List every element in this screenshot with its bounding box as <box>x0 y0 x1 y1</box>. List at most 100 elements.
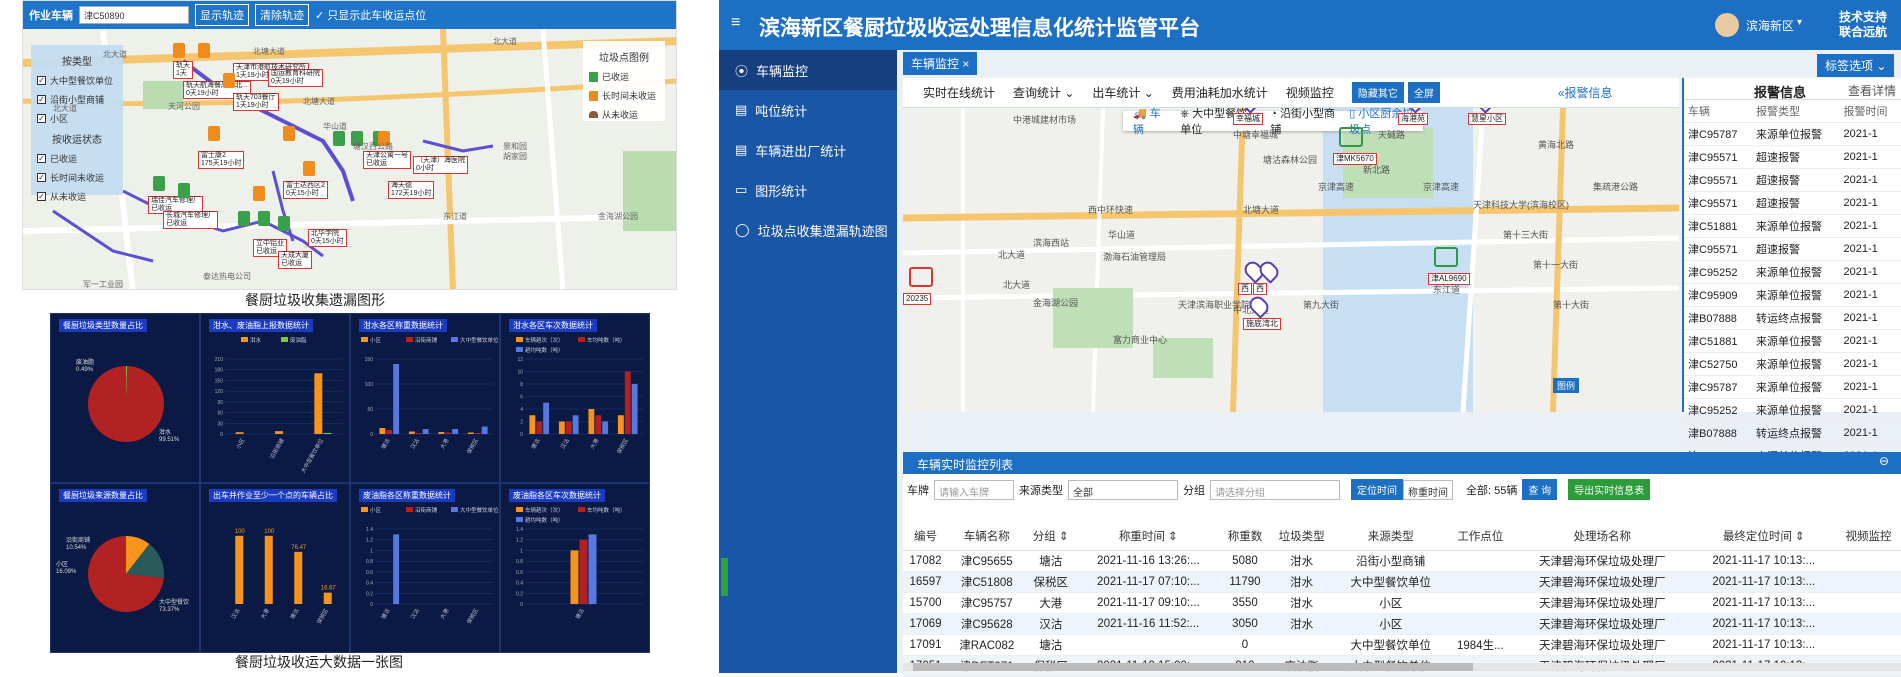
vehicle-column-header[interactable]: 最终定位时间 ⇕ <box>1691 522 1837 551</box>
subnav-query[interactable]: 查询统计 ⌄ <box>1013 84 1074 101</box>
horizontal-scrollbar[interactable] <box>903 663 1901 671</box>
orange-bin-icon[interactable] <box>223 73 235 88</box>
filter-status-item[interactable]: ✓ 长时间未收运 <box>37 171 117 184</box>
map-marker-label: 施底湾北 <box>1243 318 1281 330</box>
alarm-row[interactable]: 津C95909 来源单位报警 2021-1 <box>1684 283 1901 307</box>
orange-bin-icon[interactable] <box>208 126 220 141</box>
orange-bin-icon[interactable] <box>283 126 295 141</box>
alarm-row[interactable]: 津C52750 来源单位报警 2021-1 <box>1684 352 1901 376</box>
alarm-info-link[interactable]: «报警信息 <box>1558 84 1613 101</box>
subnav-trips[interactable]: 出车统计 ⌄ <box>1092 84 1153 101</box>
clear-track-button[interactable]: 清除轨迹 <box>255 4 309 26</box>
table-cell: 津C95757 <box>948 592 1026 614</box>
subnav-fuel[interactable]: 费用油耗加水统计 <box>1172 84 1268 101</box>
source-type-select[interactable]: 全部 <box>1068 479 1178 500</box>
hide-other-button[interactable]: 隐藏其它 <box>1351 82 1404 103</box>
table-row[interactable]: 15700 津C95757 大港 2021-11-17 09:10:... 3550 泔水… <box>903 592 1901 614</box>
green-bin-icon[interactable] <box>238 211 250 226</box>
filter-type-item[interactable]: ✓ 大中型餐饮单位 <box>37 74 117 87</box>
orange-bin-icon[interactable] <box>173 43 185 58</box>
filter-type-item[interactable]: ✓ 小区 <box>37 112 117 125</box>
vehicle-column-header[interactable]: 称重数 <box>1220 522 1270 551</box>
collection-omission-map[interactable]: 作业车辆 津C50890 显示轨迹 清除轨迹 ✓ 只显示此车收运点位 按类型 ✓… <box>22 0 677 290</box>
alarm-row[interactable]: 津C95787 来源单位报警 2021-1 <box>1684 122 1901 146</box>
truck-icon[interactable] <box>1339 127 1363 147</box>
vehicle-column-header[interactable]: 工作点位 <box>1447 522 1514 551</box>
sidebar-item-plant-entry[interactable]: ▤ 车辆进出厂统计 <box>719 130 897 170</box>
green-bin-icon[interactable] <box>258 211 270 226</box>
vehicle-column-header[interactable]: 车辆名称 <box>948 522 1026 551</box>
green-bin-icon[interactable] <box>333 131 345 146</box>
vehicle-map[interactable]: 🚚 车辆 ⎈ 大中型餐饮单位 ◔ 沿街小型商铺 ▯ 小区厨余垃圾点 中港城建材市… <box>903 108 1679 412</box>
vehicle-column-header[interactable]: 处理场名称 <box>1513 522 1692 551</box>
sidebar-item-graph-stats[interactable]: ▭ 图形统计 <box>719 170 897 210</box>
table-row[interactable]: 17091 津RAC082 塘沽 0 大中型餐饮单位 1984生... 天津碧海环保垃圾处理… <box>903 634 1901 656</box>
map-filter-small[interactable]: ◔ 沿街小型商铺 <box>1270 108 1335 137</box>
subnav-video[interactable]: 视频监控 <box>1286 84 1334 101</box>
map-legend-button[interactable]: 图例 <box>1553 378 1580 393</box>
vehicle-column-header[interactable]: 视频监控 <box>1836 522 1901 551</box>
y-tick-label: 100 <box>365 382 374 388</box>
alarm-row[interactable]: 津B07888 转运终点报警 2021-1 <box>1684 421 1901 445</box>
sidebar-item-omission-track[interactable]: ◯ 垃圾点收集遗漏轨迹图 <box>719 210 897 250</box>
vehicle-column-header[interactable]: 来源类型 <box>1334 522 1448 551</box>
locate-time-button[interactable]: 定位时间 <box>1351 479 1403 500</box>
table-row[interactable]: 17069 津C95628 汉沽 2021-11-16 11:52:... 3050 泔水… <box>903 613 1901 635</box>
filter-status-item[interactable]: ✓ 从未收运 <box>37 190 117 203</box>
truck-icon[interactable] <box>909 267 933 287</box>
tab-vehicle-monitor[interactable]: 车辆监控 × <box>903 52 978 75</box>
alarm-row[interactable]: 津C51881来源单位报警2021-1 <box>1684 214 1901 238</box>
orange-bin-icon[interactable] <box>253 186 265 201</box>
vehicle-column-header[interactable]: 称重时间 ⇕ <box>1075 522 1221 551</box>
y-tick-label: 1.4 <box>516 527 523 533</box>
map-filter-vehicle[interactable]: 🚚 车辆 <box>1133 108 1166 137</box>
alarm-row[interactable]: 津B07888 转运终点报警 2021-1 <box>1684 306 1901 330</box>
sidebar-item-tonnage[interactable]: ▤ 吨位统计 <box>719 90 897 130</box>
filter-type-item[interactable]: ✓ 沿街小型商铺 <box>37 93 117 106</box>
green-bin-icon[interactable] <box>153 176 165 191</box>
plate-input[interactable]: 请输入车牌 <box>934 479 1014 500</box>
group-select[interactable]: 请选择分组 <box>1210 479 1340 500</box>
y-tick-label: 0 <box>520 602 523 608</box>
vehicle-select[interactable]: 津C50890 <box>79 6 189 24</box>
table-row[interactable]: 16597 津C51808 保税区 2021-11-17 07:10:... 11790… <box>903 571 1901 593</box>
user-menu[interactable]: 滨海新区 <box>1746 17 1794 34</box>
alarm-row[interactable]: 津C95252 来源单位报警 2021-1 <box>1684 260 1901 284</box>
map-road-label: 北大道 <box>103 50 127 59</box>
vehicle-column-header[interactable]: 垃圾类型 <box>1269 522 1335 551</box>
green-bin-icon[interactable] <box>278 216 290 231</box>
hamburger-menu-icon[interactable]: ≡ <box>731 14 740 32</box>
only-vehicle-checkbox[interactable]: ✓ 只显示此车收运点位 <box>315 7 426 23</box>
subnav-online[interactable]: 实时在线统计 <box>923 84 995 101</box>
filter-status-item[interactable]: ✓ 已收运 <box>37 152 117 165</box>
table-row[interactable]: 17082 津C95655 塘沽 2021-11-16 13:26:... 5080 泔水… <box>903 550 1901 572</box>
collapse-icon[interactable]: ⊖ <box>1879 454 1889 468</box>
y-tick-label: 4 <box>520 407 523 413</box>
bar <box>393 364 400 434</box>
tab-options-button[interactable]: 标签选项 ⌄ <box>1817 54 1895 77</box>
alarm-row[interactable]: 津C95571 超速报警 2021-1 <box>1684 237 1901 261</box>
fullscreen-button[interactable]: 全屏 <box>1407 82 1440 103</box>
alarm-row[interactable]: 津C95252 来源单位报警 2021-1 <box>1684 398 1901 422</box>
green-bin-icon[interactable] <box>178 183 190 198</box>
query-button[interactable]: 查 询 <box>1522 479 1558 500</box>
legend-swatch <box>516 337 523 342</box>
alarm-detail-link[interactable]: 查看详情 <box>1848 82 1896 99</box>
sidebar-item-vehicle-monitor[interactable]: ⦿ 车辆监控 <box>719 50 897 90</box>
weigh-time-button[interactable]: 称重时间 <box>1403 479 1453 500</box>
orange-bin-icon[interactable] <box>198 43 210 58</box>
vehicle-column-header[interactable]: 编号 <box>903 522 949 551</box>
show-track-button[interactable]: 显示轨迹 <box>195 4 249 26</box>
alarm-row[interactable]: 津C95571 超速报警 2021-1 <box>1684 145 1901 169</box>
alarm-row[interactable]: 津C95571 超速报警 2021-1 <box>1684 168 1901 192</box>
avatar[interactable] <box>1715 13 1739 37</box>
chevron-down-icon[interactable]: ▾ <box>1797 17 1802 28</box>
export-button[interactable]: 导出实时信息表 <box>1568 479 1651 500</box>
alarm-row[interactable]: 津C95571 超速报警 2021-1 <box>1684 191 1901 215</box>
alarm-row[interactable]: 津C95787 来源单位报警 2021-1 <box>1684 375 1901 399</box>
vehicle-column-header[interactable]: 分组 ⇕ <box>1025 522 1076 551</box>
alarm-row[interactable]: 津C51881来源单位报警2021-1 <box>1684 329 1901 353</box>
table-cell <box>1836 592 1901 614</box>
truck-icon[interactable] <box>1434 247 1458 267</box>
orange-bin-icon[interactable] <box>303 161 315 176</box>
